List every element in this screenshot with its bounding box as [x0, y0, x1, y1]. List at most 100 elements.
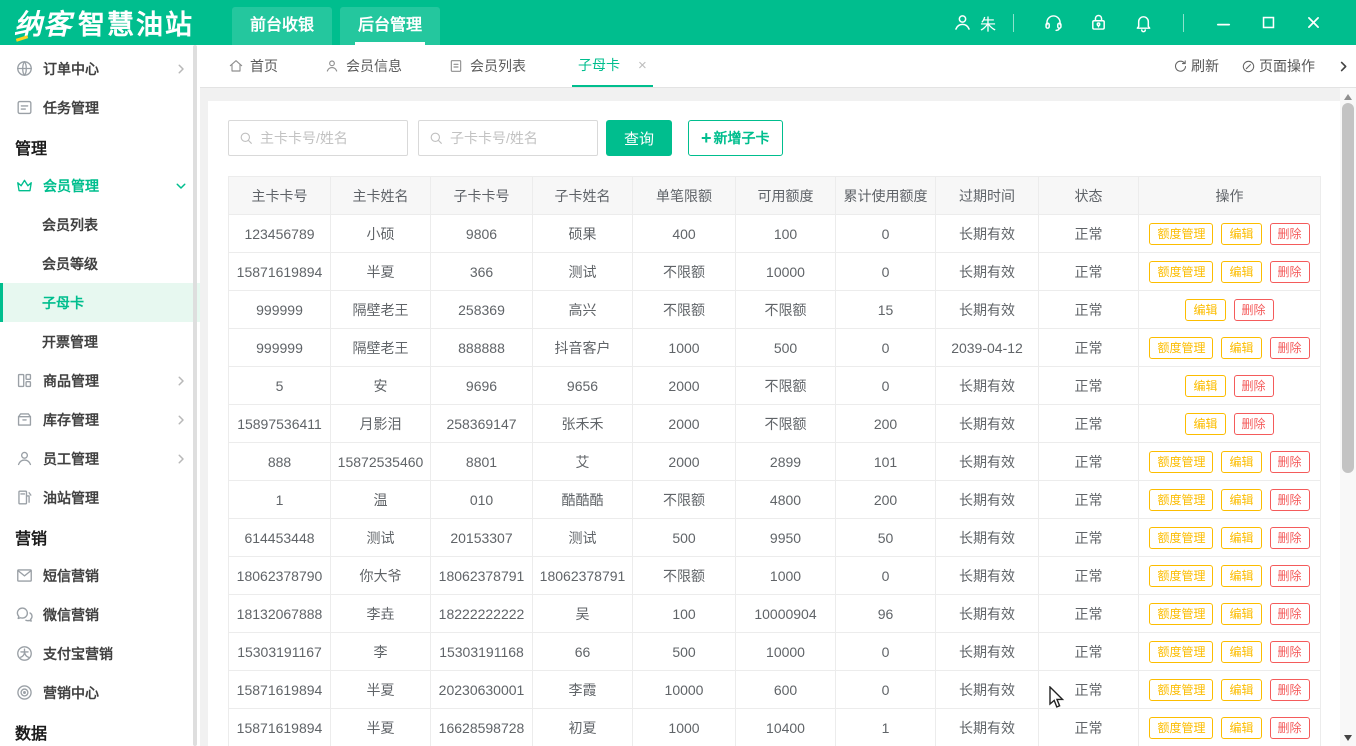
tab-member-list[interactable]: 会员列表	[448, 45, 526, 87]
cell-expire: 2039-04-12	[936, 329, 1039, 367]
page-ops-button[interactable]: 页面操作	[1241, 56, 1315, 76]
query-button[interactable]: 查询	[606, 120, 672, 156]
add-sub-card-button[interactable]: + 新增子卡	[688, 120, 783, 156]
cell-single-limit: 不限额	[633, 481, 736, 519]
delete-button[interactable]: 删除	[1270, 603, 1310, 625]
cell-sub-card: 9806	[431, 215, 533, 253]
edit-button[interactable]: 编辑	[1221, 603, 1261, 625]
delete-button[interactable]: 删除	[1270, 451, 1310, 473]
edit-button[interactable]: 编辑	[1221, 565, 1261, 587]
sidebar-subitem-sub-mother-card[interactable]: 子母卡	[0, 283, 200, 322]
scrollbar-thumb[interactable]	[1342, 103, 1354, 473]
sidebar-item-inventory-management[interactable]: 库存管理	[0, 400, 200, 439]
cell-single-limit: 不限额	[633, 291, 736, 329]
edit-button[interactable]: 编辑	[1221, 489, 1261, 511]
edit-button[interactable]: 编辑	[1221, 451, 1261, 473]
quota-button[interactable]: 额度管理	[1149, 527, 1213, 549]
user-avatar-icon[interactable]	[952, 12, 973, 33]
sidebar-item-wechat-marketing[interactable]: 微信营销	[0, 595, 200, 634]
delete-button[interactable]: 删除	[1270, 223, 1310, 245]
delete-button[interactable]: 删除	[1270, 527, 1310, 549]
cell-used: 0	[836, 329, 936, 367]
cell-status: 正常	[1039, 671, 1139, 709]
sidebar-item-alipay-marketing[interactable]: 支付宝营销	[0, 634, 200, 673]
edit-button[interactable]: 编辑	[1185, 413, 1225, 435]
sidebar-item-sms-marketing[interactable]: 短信营销	[0, 556, 200, 595]
delete-button[interactable]: 删除	[1270, 489, 1310, 511]
table-row: 18062378790你大爷1806237879118062378791不限额1…	[229, 557, 1321, 595]
sidebar-scrollbar[interactable]	[193, 45, 197, 746]
notifications-bell-icon[interactable]	[1133, 12, 1154, 33]
edit-button[interactable]: 编辑	[1221, 679, 1261, 701]
top-nav-tab-front-cashier[interactable]: 前台收银	[232, 7, 332, 45]
edit-button[interactable]: 编辑	[1221, 337, 1261, 359]
cell-used: 0	[836, 557, 936, 595]
delete-button[interactable]: 删除	[1270, 565, 1310, 587]
tab-label: 会员列表	[470, 56, 526, 76]
sidebar-subitem-member-level[interactable]: 会员等级	[0, 244, 200, 283]
sidebar-item-member-management[interactable]: 会员管理	[0, 166, 200, 205]
sidebar-item-goods-management[interactable]: 商品管理	[0, 361, 200, 400]
maximize-window-icon[interactable]	[1260, 14, 1277, 31]
delete-button[interactable]: 删除	[1270, 679, 1310, 701]
delete-button[interactable]: 删除	[1270, 261, 1310, 283]
cell-sub-card: 20153307	[431, 519, 533, 557]
quota-button[interactable]: 额度管理	[1149, 489, 1213, 511]
delete-button[interactable]: 删除	[1234, 299, 1274, 321]
sidebar-item-staff-management[interactable]: 员工管理	[0, 439, 200, 478]
close-window-icon[interactable]	[1305, 14, 1322, 31]
quota-button[interactable]: 额度管理	[1149, 261, 1213, 283]
sub-card-search-input[interactable]	[444, 130, 597, 146]
app-window: 纳客 智慧油站 前台收银后台管理 朱 订单中心任务管理管理会员管理会员列表会员等…	[0, 0, 1356, 746]
sub-card-search[interactable]	[418, 120, 598, 156]
sidebar-item-marketing-center[interactable]: 营销中心	[0, 673, 200, 712]
delete-button[interactable]: 删除	[1270, 717, 1310, 739]
quota-button[interactable]: 额度管理	[1149, 565, 1213, 587]
cell-status: 正常	[1039, 405, 1139, 443]
cell-master-name: 半夏	[331, 709, 431, 746]
tab-home[interactable]: 首页	[228, 45, 278, 87]
cell-master-card: 1	[229, 481, 331, 519]
cell-single-limit: 500	[633, 519, 736, 557]
delete-button[interactable]: 删除	[1234, 375, 1274, 397]
cell-expire: 长期有效	[936, 443, 1039, 481]
quota-button[interactable]: 额度管理	[1149, 451, 1213, 473]
delete-button[interactable]: 删除	[1270, 641, 1310, 663]
delete-button[interactable]: 删除	[1270, 337, 1310, 359]
user-icon	[324, 58, 340, 74]
edit-button[interactable]: 编辑	[1221, 641, 1261, 663]
cell-single-limit: 1000	[633, 709, 736, 746]
sidebar-item-station-management[interactable]: 油站管理	[0, 478, 200, 517]
delete-button[interactable]: 删除	[1234, 413, 1274, 435]
headset-support-icon[interactable]	[1043, 12, 1064, 33]
edit-button[interactable]: 编辑	[1221, 717, 1261, 739]
edit-button[interactable]: 编辑	[1185, 299, 1225, 321]
master-card-search-input[interactable]	[254, 130, 407, 146]
tab-member-info[interactable]: 会员信息	[324, 45, 402, 87]
chevron-right-icon[interactable]	[1337, 60, 1350, 73]
minimize-window-icon[interactable]	[1215, 14, 1232, 31]
close-tab-icon[interactable]: ×	[638, 57, 647, 74]
edit-button[interactable]: 编辑	[1221, 261, 1261, 283]
vertical-scrollbar[interactable]	[1340, 88, 1356, 746]
scroll-down-arrow-icon[interactable]	[1344, 735, 1352, 741]
scroll-up-arrow-icon[interactable]	[1344, 94, 1352, 100]
edit-button[interactable]: 编辑	[1185, 375, 1225, 397]
sidebar-item-task-management[interactable]: 任务管理	[0, 88, 200, 127]
sidebar-item-order-center[interactable]: 订单中心	[0, 49, 200, 88]
sidebar-subitem-invoice-management[interactable]: 开票管理	[0, 322, 200, 361]
quota-button[interactable]: 额度管理	[1149, 603, 1213, 625]
quota-button[interactable]: 额度管理	[1149, 679, 1213, 701]
sidebar-subitem-member-list[interactable]: 会员列表	[0, 205, 200, 244]
top-nav-tab-back-management[interactable]: 后台管理	[340, 7, 440, 45]
edit-button[interactable]: 编辑	[1221, 527, 1261, 549]
quota-button[interactable]: 额度管理	[1149, 223, 1213, 245]
quota-button[interactable]: 额度管理	[1149, 641, 1213, 663]
master-card-search[interactable]	[228, 120, 408, 156]
quota-button[interactable]: 额度管理	[1149, 717, 1213, 739]
edit-button[interactable]: 编辑	[1221, 223, 1261, 245]
lock-screen-icon[interactable]	[1088, 12, 1109, 33]
refresh-button[interactable]: 刷新	[1173, 56, 1219, 76]
quota-button[interactable]: 额度管理	[1149, 337, 1213, 359]
tab-sub-mother-card[interactable]: 子母卡×	[572, 45, 653, 87]
